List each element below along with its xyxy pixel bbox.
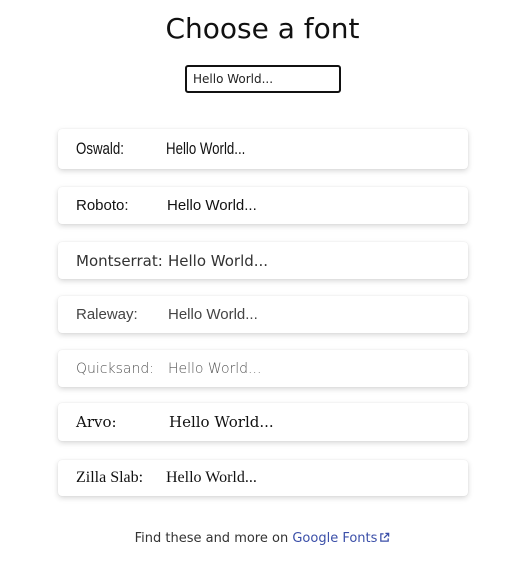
font-card-roboto[interactable]: Roboto: Hello World... — [58, 187, 468, 224]
page-title: Choose a font — [165, 12, 360, 45]
font-sample-text: Hello World... — [169, 413, 274, 431]
font-sample-text: Hello World... — [168, 306, 258, 323]
font-sample-text: Hello World... — [167, 197, 257, 214]
font-name-label: Zilla Slab: — [76, 469, 144, 486]
google-fonts-link[interactable]: Google Fonts — [292, 531, 390, 546]
font-name-label: Oswald: — [76, 139, 124, 158]
font-sample-text: Hello World... — [166, 469, 257, 486]
footer: Find these and more on Google Fonts — [0, 531, 525, 546]
font-card-arvo[interactable]: Arvo: Hello World... — [58, 403, 468, 441]
font-sample-text: Hello World... — [166, 139, 246, 158]
font-name-label: Raleway: — [76, 306, 138, 323]
font-name-label: Quicksand: — [76, 360, 154, 377]
font-card-oswald[interactable]: Oswald: Hello World... — [58, 129, 468, 169]
font-card-quicksand[interactable]: Quicksand: Hello World... — [58, 350, 468, 387]
preview-text-input[interactable] — [185, 65, 341, 93]
font-sample-text: Hello World... — [168, 360, 262, 377]
font-sample-text: Hello World... — [168, 251, 269, 270]
font-name-label: Montserrat: — [76, 251, 163, 270]
footer-text: Find these and more on — [134, 531, 289, 546]
font-card-montserrat[interactable]: Montserrat: Hello World... — [58, 242, 468, 279]
font-card-raleway[interactable]: Raleway: Hello World... — [58, 296, 468, 333]
font-card-zilla-slab[interactable]: Zilla Slab: Hello World... — [58, 460, 468, 496]
font-name-label: Roboto: — [76, 197, 129, 214]
font-name-label: Arvo: — [76, 413, 117, 431]
external-link-icon — [380, 532, 390, 542]
font-chooser-page: Choose a font Oswald: Hello World... Rob… — [0, 0, 525, 586]
google-fonts-link-label: Google Fonts — [292, 531, 378, 546]
